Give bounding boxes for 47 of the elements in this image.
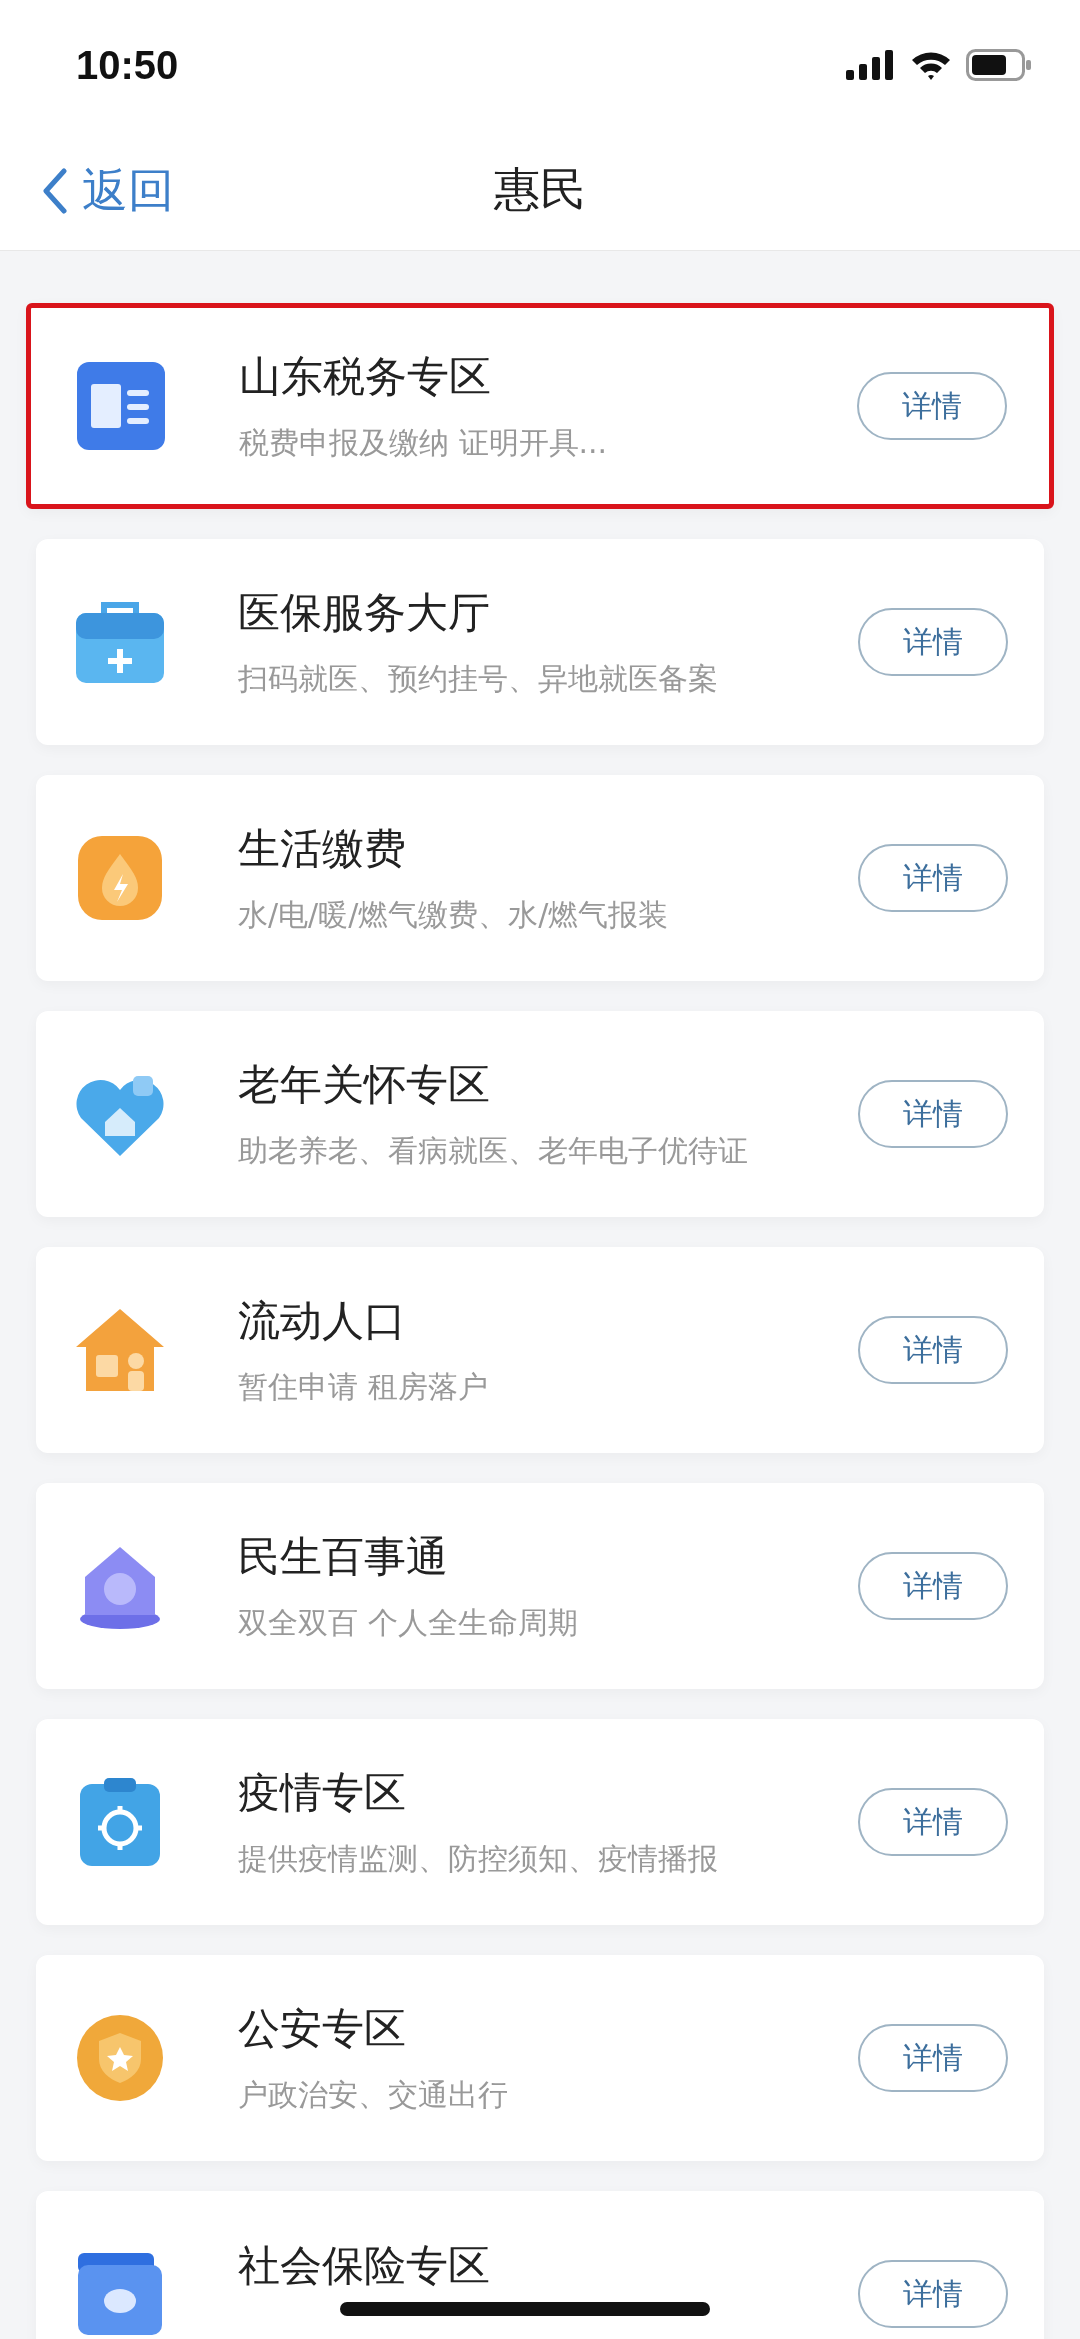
chevron-left-icon (42, 168, 68, 214)
service-card[interactable]: 医保服务大厅 扫码就医、预约挂号、异地就医备案 详情 (36, 539, 1044, 745)
signal-icon (846, 50, 896, 80)
service-card[interactable]: 老年关怀专区 助老养老、看病就医、老年电子优待证 详情 (36, 1011, 1044, 1217)
service-title: 医保服务大厅 (238, 586, 491, 639)
service-title: 山东税务专区 (239, 350, 492, 403)
details-button[interactable]: 详情 (858, 844, 1008, 912)
details-button[interactable]: 详情 (858, 1552, 1008, 1620)
service-description: 双全双百 个人全生命周期 (238, 1603, 579, 1642)
service-card[interactable]: 山东税务专区 税费申报及缴纳 证明开具... 详情 (26, 303, 1054, 509)
service-description: 助老养老、看病就医、老年电子优待证 (238, 1131, 749, 1170)
service-description: 户政治安、交通出行 (238, 2075, 509, 2114)
service-title: 生活缴费 (238, 822, 407, 875)
tax-badge-icon (75, 360, 167, 452)
first-aid-kit-icon (74, 599, 166, 685)
details-button[interactable]: 详情 (858, 2024, 1008, 2092)
service-description: 水/电/暖/燃气缴费、水/燃气报装 (238, 895, 670, 934)
details-button[interactable]: 详情 (858, 1788, 1008, 1856)
details-button[interactable]: 详情 (858, 1080, 1008, 1148)
battery-icon (966, 49, 1032, 81)
details-button[interactable]: 详情 (858, 1316, 1008, 1384)
service-title: 流动人口 (238, 1294, 407, 1347)
house-icon (74, 1307, 166, 1393)
service-title: 公安专区 (238, 2002, 407, 2055)
service-card[interactable]: 生活缴费 水/电/暖/燃气缴费、水/燃气报装 详情 (36, 775, 1044, 981)
service-description: 暂住申请 租房落户 (238, 1367, 489, 1406)
page-title: 惠民 (494, 161, 586, 218)
service-description: 扫码就医、预约挂号、异地就医备案 (238, 659, 719, 698)
details-button[interactable]: 详情 (857, 372, 1007, 440)
service-card[interactable]: 社会保险专区 详情 (36, 2191, 1044, 2339)
status-time: 10:50 (76, 42, 179, 88)
folder-icon (76, 2251, 164, 2337)
back-button[interactable]: 返回 (38, 156, 178, 226)
details-button[interactable]: 详情 (858, 608, 1008, 676)
service-title: 社会保险专区 (238, 2240, 491, 2292)
service-card[interactable]: 民生百事通 双全双百 个人全生命周期 详情 (36, 1483, 1044, 1689)
service-card[interactable]: 流动人口 暂住申请 租房落户 详情 (36, 1247, 1044, 1453)
lightning-icon (76, 834, 164, 922)
service-title: 老年关怀专区 (238, 1058, 491, 1111)
service-title: 疫情专区 (238, 1766, 407, 1819)
service-description: 提供疫情监测、防控须知、疫情播报 (238, 1839, 719, 1878)
service-title: 民生百事通 (238, 1530, 449, 1583)
details-button[interactable]: 详情 (858, 2260, 1008, 2328)
service-description: 税费申报及缴纳 证明开具... (239, 423, 609, 462)
service-card[interactable]: 疫情专区 提供疫情监测、防控须知、疫情播报 详情 (36, 1719, 1044, 1925)
clipboard-icon (78, 1776, 162, 1868)
service-card[interactable]: 公安专区 户政治安、交通出行 详情 (36, 1955, 1044, 2161)
